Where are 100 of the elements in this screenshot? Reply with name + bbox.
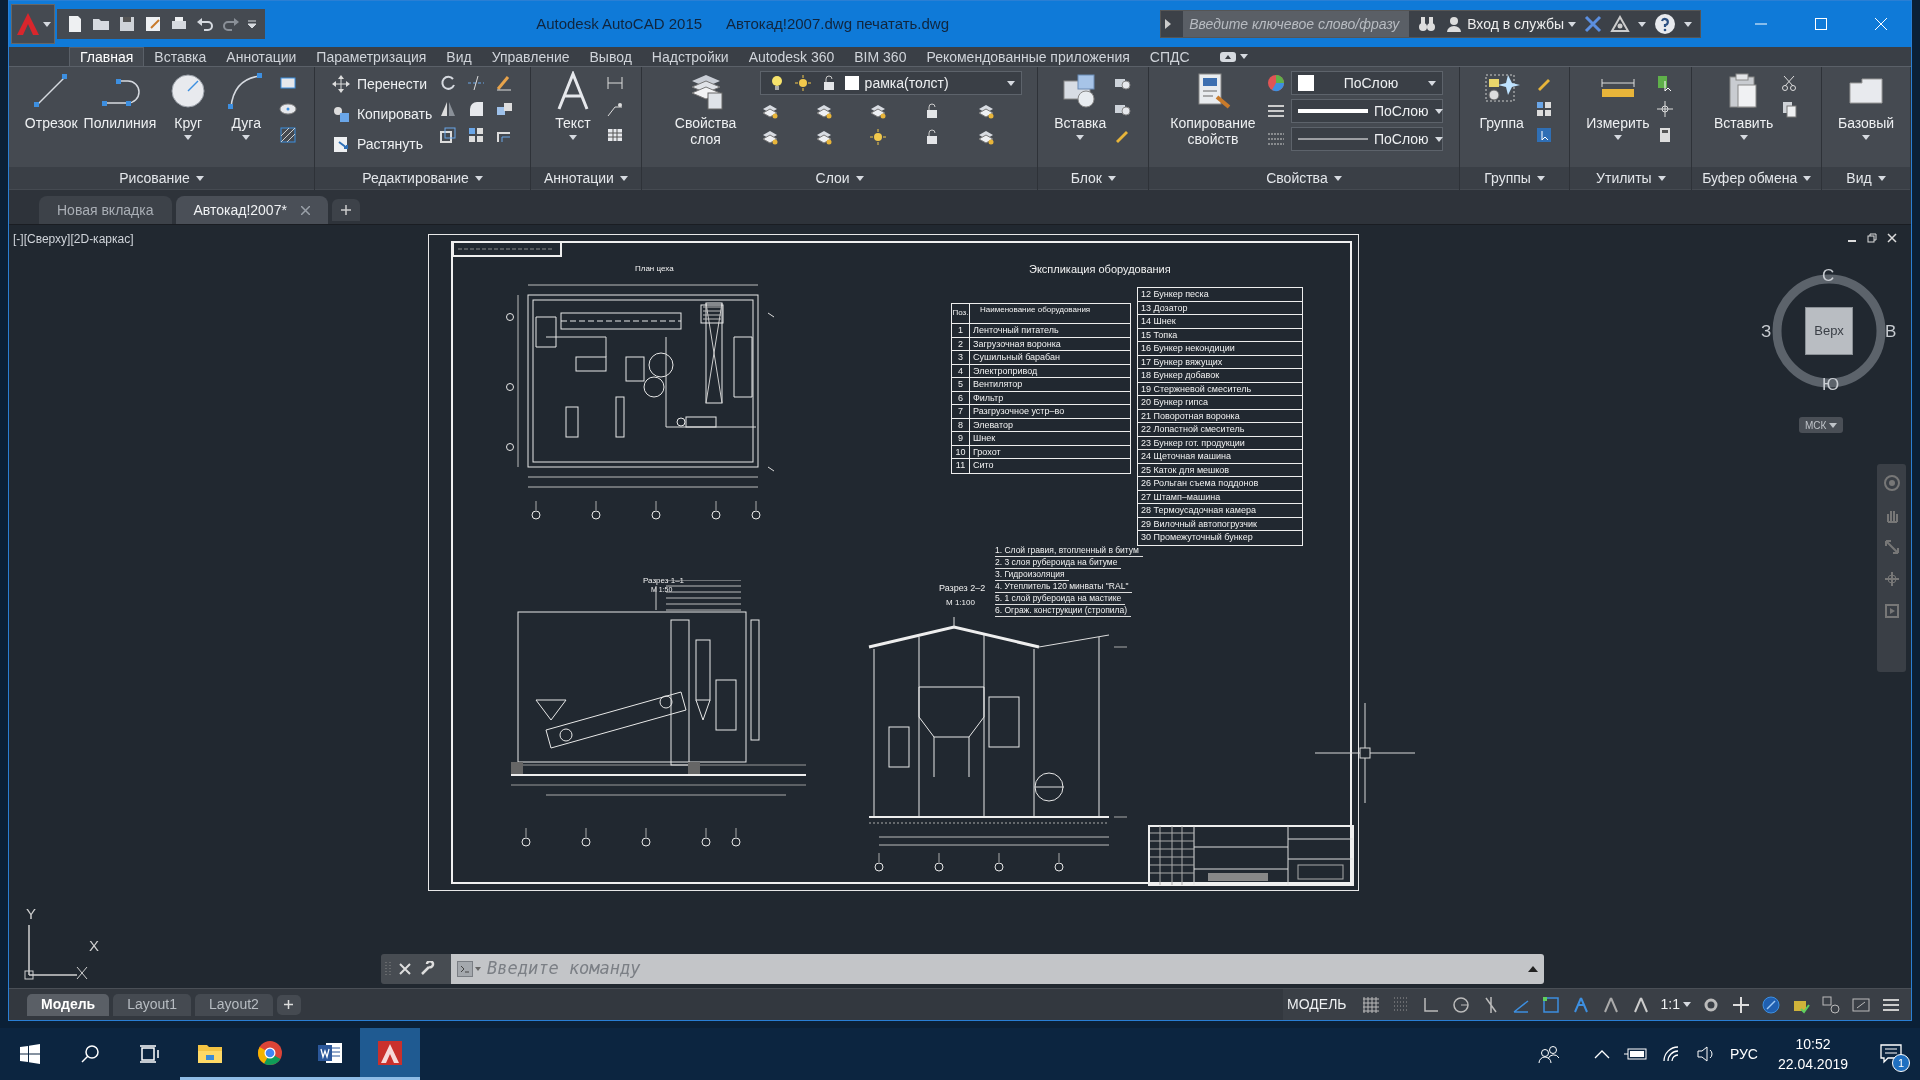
ribbon-tab[interactable]: Главная bbox=[69, 47, 145, 66]
layer-note: 3. Гидроизоляция bbox=[995, 569, 1069, 581]
object-snap-icon[interactable] bbox=[1540, 994, 1561, 1015]
ribbon-tab[interactable]: Рекомендованные приложения bbox=[916, 47, 1140, 66]
language-indicator[interactable]: РУС bbox=[1729, 1043, 1758, 1065]
ribbon-tab[interactable]: Аннотации bbox=[216, 47, 307, 66]
compass-direction[interactable]: С bbox=[1822, 263, 1835, 289]
trim-icon[interactable] bbox=[466, 73, 487, 93]
ribbon-tool-button[interactable]: Круг bbox=[162, 71, 215, 140]
ribbon-tab[interactable]: Вставка bbox=[144, 47, 217, 66]
ribbon-tool-button[interactable]: Базовый bbox=[1837, 71, 1895, 140]
sun-icon[interactable] bbox=[867, 127, 888, 147]
command-field[interactable]: Введите команду bbox=[451, 954, 1544, 984]
property-dropdown[interactable]: рамка(толст) bbox=[759, 71, 1022, 95]
people-icon[interactable] bbox=[1537, 1044, 1560, 1064]
caret-icon bbox=[1877, 175, 1886, 181]
ribbon-tool-button[interactable]: Копирование свойств bbox=[1164, 71, 1261, 147]
layout-tab[interactable]: Модель bbox=[27, 993, 110, 1016]
wrench-icon[interactable] bbox=[419, 961, 435, 977]
ribbon-tool-button[interactable]: Измерить bbox=[1586, 71, 1650, 140]
add-layout-button[interactable] bbox=[276, 994, 301, 1015]
save-icon[interactable] bbox=[117, 14, 137, 34]
new-tab-button[interactable] bbox=[331, 199, 360, 221]
table-cell-text: Фильтр bbox=[972, 391, 1005, 404]
caret-icon bbox=[195, 175, 204, 181]
ribbon-tab[interactable]: Вид bbox=[436, 47, 482, 66]
annotation-scale-button[interactable]: 1:1 bbox=[1660, 994, 1691, 1015]
layout-tab[interactable]: Layout1 bbox=[113, 993, 192, 1016]
table-cell: 14 Шнек bbox=[1138, 315, 1302, 329]
ribbon-tool-button[interactable]: Вставка bbox=[1054, 71, 1107, 140]
maximize-icon bbox=[1815, 18, 1827, 30]
command-input[interactable]: Введите команду bbox=[487, 956, 1522, 982]
sun-icon[interactable] bbox=[792, 73, 813, 93]
table-cell: 21 Поворотная воронка bbox=[1138, 409, 1302, 423]
table-cell: 13 Дозатор bbox=[1138, 301, 1302, 315]
table-cell-text: Электропривод bbox=[972, 364, 1039, 377]
ribbon-tool-button[interactable]: Группа bbox=[1475, 71, 1528, 131]
customize-icon[interactable] bbox=[247, 19, 257, 29]
caret-icon bbox=[1006, 80, 1015, 86]
ribbon-tab[interactable]: Параметризация bbox=[306, 47, 437, 66]
ribbon-tool-button[interactable]: Растянуть bbox=[330, 131, 433, 157]
property-dropdown[interactable]: ПоСлою bbox=[1290, 71, 1443, 95]
isolate-objects-icon[interactable] bbox=[1761, 994, 1781, 1015]
ribbon-tool-button[interactable]: Перенести bbox=[330, 71, 433, 97]
ribbon-tab[interactable]: СПДС bbox=[1139, 47, 1200, 66]
ribbon-tab[interactable]: Управление bbox=[481, 47, 580, 66]
plus-icon[interactable] bbox=[1731, 994, 1751, 1015]
caret-icon bbox=[1333, 175, 1342, 181]
ribbon-tab[interactable]: Autodesk 360 bbox=[738, 47, 845, 66]
thin-line-preview bbox=[1297, 136, 1368, 142]
battery-icon[interactable] bbox=[1623, 1047, 1648, 1061]
command-prompt-icon[interactable] bbox=[457, 961, 481, 977]
ribbon-tool-button[interactable]: Свойства слоя bbox=[657, 71, 754, 147]
viewport-controls-label[interactable]: [-][Сверху][2D-каркас] bbox=[13, 230, 134, 248]
volume-icon[interactable] bbox=[1695, 1045, 1716, 1063]
viewcube-face[interactable]: Верх bbox=[1805, 307, 1853, 355]
plus-icon bbox=[284, 1000, 294, 1009]
table-cell: 8 bbox=[952, 418, 970, 431]
ribbon-tool-button[interactable]: Копировать bbox=[330, 101, 433, 127]
caret-icon bbox=[1427, 80, 1436, 86]
polar-icon[interactable] bbox=[1450, 994, 1471, 1015]
table-cell-text: Ленточный питатель bbox=[972, 324, 1060, 337]
ribbon-tab[interactable]: BIM 360 bbox=[844, 47, 917, 66]
axis-label: Y bbox=[26, 904, 36, 924]
property-dropdown[interactable]: ПоСлою bbox=[1290, 127, 1443, 151]
table-cell: 3 bbox=[952, 351, 970, 364]
crosshair-icon[interactable] bbox=[1655, 99, 1676, 119]
ribbon-tool-button[interactable]: Вставить bbox=[1714, 71, 1774, 140]
clock[interactable]: 10:52 22.04.2019 bbox=[1771, 1034, 1854, 1074]
ribbon-tool-button[interactable]: Полилиния bbox=[83, 71, 157, 131]
layer-note: 1. Слой гравия, втопленный в битум bbox=[995, 545, 1143, 557]
panel-title[interactable]: Слои bbox=[815, 167, 864, 189]
notification-center-button[interactable]: 1 bbox=[1868, 1028, 1914, 1080]
chevron-up-icon[interactable] bbox=[1593, 1049, 1610, 1059]
shapes-icon[interactable] bbox=[1821, 994, 1841, 1015]
table-cell: 16 Бункер некондиции bbox=[1138, 342, 1302, 356]
table-cell: 15 Топка bbox=[1138, 328, 1302, 342]
layout-tab[interactable]: Layout2 bbox=[195, 993, 273, 1016]
ucs-menu-button[interactable]: МСК bbox=[1799, 417, 1844, 433]
grid-icon[interactable] bbox=[1360, 994, 1381, 1015]
compass-direction[interactable]: З bbox=[1761, 319, 1772, 345]
compass-direction[interactable]: Ю bbox=[1822, 372, 1840, 398]
compass-direction[interactable]: В bbox=[1885, 319, 1897, 345]
ribbon-tab[interactable]: Надстройки bbox=[641, 47, 739, 66]
ribbon-tool-button[interactable]: Текст bbox=[546, 71, 599, 140]
file-tab[interactable]: Автокад!2007* bbox=[175, 196, 328, 224]
ribbon-tab[interactable]: Вывод bbox=[579, 47, 642, 66]
history-caret-icon[interactable] bbox=[1528, 966, 1538, 972]
file-tab[interactable]: Новая вкладка bbox=[39, 196, 172, 224]
scale-icon[interactable] bbox=[438, 125, 459, 145]
browser-icon bbox=[256, 1038, 284, 1067]
hatch-icon[interactable] bbox=[278, 125, 299, 145]
ribbon-tool-button[interactable]: Отрезок bbox=[24, 71, 78, 131]
drag-handle-icon[interactable] bbox=[385, 961, 391, 977]
restore-icon[interactable] bbox=[1867, 233, 1877, 243]
ribbon-tool-button[interactable]: Дуга bbox=[220, 71, 273, 140]
model-space-button[interactable]: МОДЕЛЬ bbox=[1283, 994, 1351, 1015]
property-dropdown[interactable]: ПоСлою bbox=[1290, 99, 1443, 123]
save-as-icon[interactable] bbox=[143, 14, 163, 34]
table-cell: 10 bbox=[952, 445, 970, 458]
